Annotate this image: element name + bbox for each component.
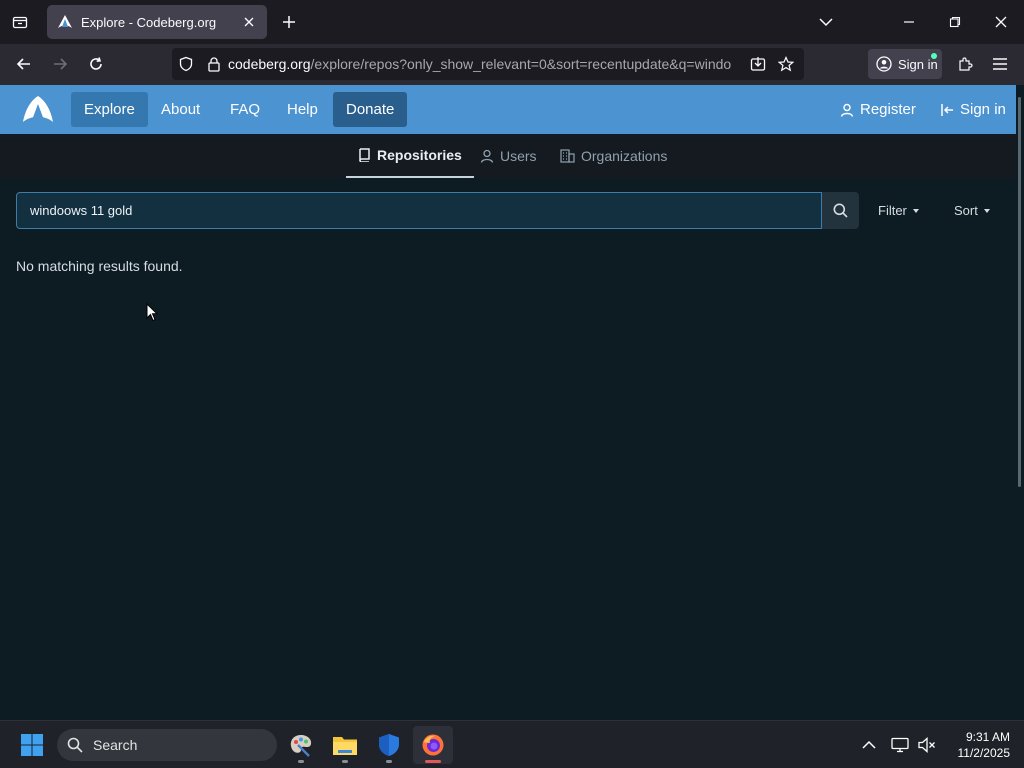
tab-overflow-chevron-icon[interactable] [811,8,841,36]
url-path: /explore/repos?only_show_relevant=0&sort… [310,56,732,72]
list-all-tabs-icon[interactable] [6,9,34,35]
firefox-taskbar-icon[interactable] [413,726,453,764]
repo-book-icon [359,148,370,162]
close-window-icon[interactable] [986,8,1016,36]
reload-icon[interactable] [82,50,110,78]
paint-app-icon[interactable] [281,726,321,764]
file-explorer-icon[interactable] [325,726,365,764]
save-to-pocket-icon[interactable] [744,50,772,78]
explore-subnav: Repositories Users Organizations [0,134,1024,178]
codeberg-favicon-icon [58,15,72,28]
windows-start-icon[interactable] [12,726,52,764]
empty-results-message: No matching results found. [16,258,183,274]
signin-link[interactable]: Sign in [940,92,1006,127]
tab-title: Explore - Codeberg.org [81,14,217,30]
caret-down-icon [983,208,990,213]
minimize-icon[interactable] [894,8,924,36]
clock-time: 9:31 AM [965,730,1010,744]
nav-donate[interactable]: Donate [333,92,408,127]
signin-label-site: Sign in [960,101,1006,118]
hamburger-menu-icon[interactable] [986,50,1014,78]
scrollbar-thumb[interactable] [1018,97,1021,487]
address-bar[interactable]: codeberg.org/explore/repos?only_show_rel… [172,48,804,80]
browser-tab-strip: Explore - Codeberg.org [0,0,1024,44]
padlock-icon[interactable] [200,50,228,78]
clock-date: 11/2/2025 [957,746,1011,760]
show-hidden-icons-chevron-icon[interactable] [857,733,881,757]
repo-search-form [16,192,859,229]
register-label: Register [860,101,916,118]
search-input[interactable] [16,192,822,229]
sort-dropdown[interactable]: Sort [954,192,990,229]
mouse-pointer-icon [146,303,158,322]
network-monitor-icon[interactable] [888,733,912,757]
taskbar-search-box[interactable]: Search [57,729,277,761]
nav-explore[interactable]: Explore [71,92,148,127]
sign-in-arrow-icon [941,103,953,116]
register-link[interactable]: Register [840,92,916,127]
close-tab-icon[interactable] [241,14,257,30]
browser-navigation-bar: codeberg.org/explore/repos?only_show_rel… [0,44,1024,85]
codeberg-site-header: Explore About FAQ Help Donate Register S… [0,85,1024,134]
person-icon [840,103,854,117]
organization-building-icon [560,149,575,163]
extensions-puzzle-icon[interactable] [951,50,979,78]
tab-repositories[interactable]: Repositories [346,134,474,178]
back-arrow-icon[interactable] [10,50,38,78]
page-scrollbar[interactable] [1016,85,1024,720]
system-clock[interactable]: 9:31 AM 11/2/2025 [940,729,1011,761]
notification-dot [931,53,937,59]
caret-down-icon [912,208,919,213]
search-button[interactable] [822,192,859,229]
volume-muted-icon[interactable] [915,733,939,757]
url-text[interactable]: codeberg.org/explore/repos?only_show_rel… [228,56,738,72]
main-content: Filter Sort No matching results found. [0,178,1016,720]
tab-organizations[interactable]: Organizations [560,134,667,178]
filter-dropdown[interactable]: Filter [878,192,919,229]
tracking-protection-shield-icon[interactable] [172,50,200,78]
nav-about[interactable]: About [148,92,213,127]
windows-security-shield-icon[interactable] [369,726,409,764]
account-icon [876,56,892,72]
codeberg-logo-icon[interactable] [22,93,54,125]
person-outline-icon [480,149,494,163]
browser-tab-active[interactable]: Explore - Codeberg.org [47,5,267,39]
new-tab-icon[interactable] [278,11,300,33]
search-icon [833,203,848,218]
firefox-account-signin-button[interactable]: Sign in [868,49,942,79]
url-host: codeberg.org [228,56,311,72]
tab-users[interactable]: Users [480,134,537,178]
restore-icon[interactable] [940,8,970,36]
nav-faq[interactable]: FAQ [217,92,273,127]
bookmark-star-icon[interactable] [772,50,800,78]
forward-arrow-icon[interactable] [46,50,74,78]
nav-help[interactable]: Help [274,92,331,127]
windows-taskbar: Search 9:31 AM 11/2/2025 [0,720,1024,768]
search-icon [67,737,83,753]
signin-label: Sign in [898,56,938,72]
taskbar-search-label: Search [93,737,138,753]
